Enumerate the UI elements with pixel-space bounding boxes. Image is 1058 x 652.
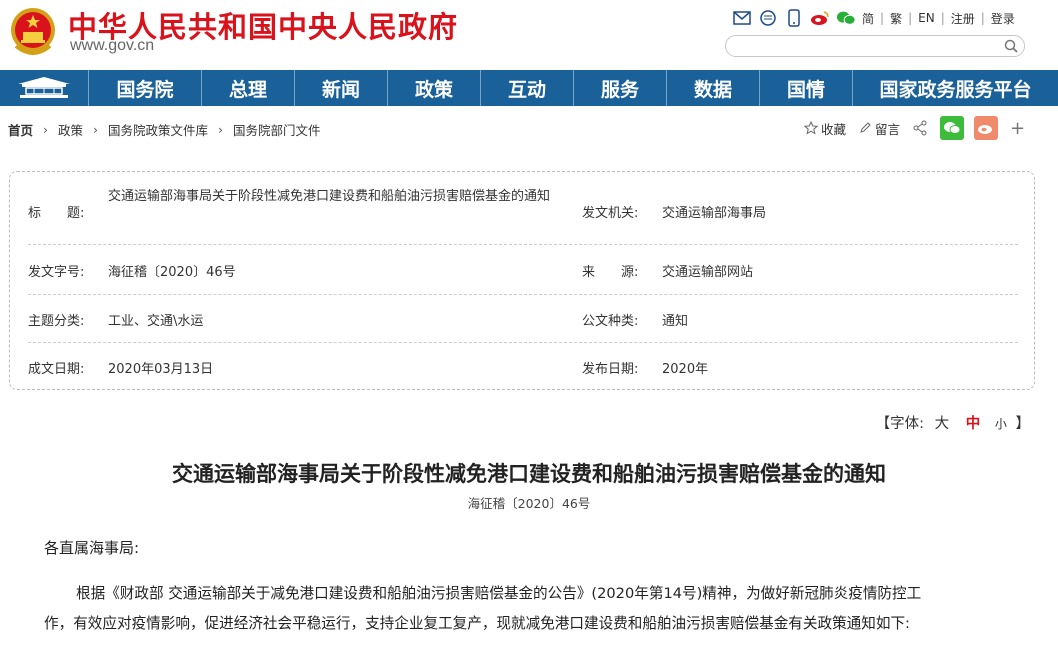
national-emblem-icon[interactable] — [10, 6, 56, 56]
register-link[interactable]: 注册 — [951, 10, 975, 27]
doc-number-label: 发文字号: — [28, 265, 85, 280]
font-size-large-button[interactable]: 大 — [935, 416, 950, 432]
article-title: 交通运输部海事局关于阶段性减免港口建设费和船舶油污损害赔偿基金的通知 — [172, 461, 886, 486]
nav-item-premier[interactable]: 总理 — [202, 70, 295, 106]
favorite-button[interactable]: 收藏 — [804, 119, 846, 138]
info-row: 标 题: 交通运输部海事局关于阶段性减免港口建设费和船舶油污损害赔偿基金的通知 … — [28, 172, 1018, 245]
site-header: 中华人民共和国中央人民政府 www.gov.cn 简 | 繁 | EN | 注册… — [0, 0, 1058, 70]
site-url[interactable]: www.gov.cn — [70, 37, 154, 55]
article-paragraph-line: 根据《财政部 交通运输部关于减免港口建设费和船舶油污损害赔偿基金的公告》(202… — [76, 585, 922, 602]
nav-item-national-info[interactable]: 国情 — [760, 70, 853, 106]
font-size-small-button[interactable]: 小 — [995, 417, 1007, 431]
weibo-icon[interactable] — [810, 9, 830, 27]
star-icon — [804, 121, 818, 135]
mobile-icon[interactable] — [784, 9, 804, 27]
info-row: 成文日期: 2020年03月13日 发布日期: 2020年 — [28, 342, 1018, 388]
chevron-right-icon: › — [218, 121, 224, 137]
font-size-switcher: 【字体: 大 中 小 】 — [876, 412, 1030, 433]
font-size-prefix: 【字体: — [875, 416, 925, 432]
written-date-value: 2020年03月13日 — [108, 362, 214, 377]
info-row: 发文字号: 海征稽〔2020〕46号 来 源: 交通运输部网站 — [28, 244, 1018, 295]
favorite-label: 收藏 — [821, 121, 847, 137]
issuer-value: 交通运输部海事局 — [662, 206, 767, 221]
nav-home-icon[interactable] — [0, 70, 89, 106]
divider: | — [980, 11, 985, 25]
pen-icon — [860, 122, 871, 133]
doc-type-value: 通知 — [662, 314, 689, 329]
source-label: 来 源: — [582, 265, 639, 280]
nav-item-state-council[interactable]: 国务院 — [89, 70, 202, 106]
lang-english-link[interactable]: EN — [918, 11, 935, 25]
article-paragraph-line: 作，有效应对疫情影响，促进经济社会平稳运行，支持企业复工复产，现就减免港口建设费… — [44, 615, 910, 632]
publish-date-value: 2020年 — [662, 362, 709, 377]
wechat-icon[interactable] — [836, 9, 856, 27]
title-label: 标 题: — [28, 206, 85, 221]
topic-label: 主题分类: — [28, 314, 85, 329]
breadcrumb-home[interactable]: 首页 — [8, 120, 33, 139]
share-button[interactable] — [912, 120, 928, 136]
nav-item-news[interactable]: 新闻 — [295, 70, 388, 106]
wechat-share-icon[interactable] — [940, 116, 965, 140]
nav-item-policy[interactable]: 政策 — [388, 70, 481, 106]
document-info-panel: 标 题: 交通运输部海事局关于阶段性减免港口建设费和船舶油污损害赔偿基金的通知 … — [9, 171, 1035, 390]
lang-traditional-link[interactable]: 繁 — [890, 10, 902, 27]
search-input[interactable] — [725, 35, 1025, 57]
divider: | — [880, 11, 885, 25]
breadcrumb-department-docs[interactable]: 国务院部门文件 — [233, 120, 321, 139]
share-toolbar: 收藏 留言 + — [804, 116, 1025, 140]
divider: | — [940, 11, 945, 25]
nav-item-gov-service-platform[interactable]: 国家政务服务平台 — [853, 70, 1058, 106]
font-size-medium-button[interactable]: 中 — [966, 416, 981, 432]
lang-simplified-link[interactable]: 简 — [862, 10, 874, 27]
share-icon — [913, 120, 927, 136]
message-icon[interactable] — [758, 9, 778, 27]
nav-item-interaction[interactable]: 互动 — [481, 70, 574, 106]
topic-value: 工业、交通\水运 — [108, 314, 204, 329]
divider: | — [908, 11, 913, 25]
breadcrumb-policy[interactable]: 政策 — [58, 120, 83, 139]
nav-item-service[interactable]: 服务 — [574, 70, 667, 106]
publish-date-label: 发布日期: — [582, 362, 639, 377]
written-date-label: 成文日期: — [28, 362, 85, 377]
article-doc-number: 海征稽〔2020〕46号 — [467, 496, 591, 511]
comment-label: 留言 — [875, 121, 901, 137]
plus-icon[interactable]: + — [1010, 118, 1025, 139]
title-value: 交通运输部海事局关于阶段性减免港口建设费和船舶油污损害赔偿基金的通知 — [108, 189, 551, 204]
login-link[interactable]: 登录 — [991, 10, 1015, 27]
main-nav: 国务院 总理 新闻 政策 互动 服务 数据 国情 国家政务服务平台 — [0, 70, 1058, 106]
font-size-suffix: 】 — [1015, 416, 1031, 432]
source-value: 交通运输部网站 — [662, 265, 754, 280]
weibo-share-icon[interactable] — [974, 116, 999, 140]
breadcrumb: 首页 › 政策 › 国务院政策文件库 › 国务院部门文件 — [8, 120, 321, 138]
comment-button[interactable]: 留言 — [858, 119, 900, 138]
chevron-right-icon: › — [43, 121, 49, 137]
search-icon[interactable] — [1004, 39, 1018, 53]
breadcrumb-policy-library[interactable]: 国务院政策文件库 — [108, 120, 208, 139]
doc-number-value: 海征稽〔2020〕46号 — [108, 265, 236, 280]
mail-icon[interactable] — [732, 9, 752, 27]
chevron-right-icon: › — [93, 121, 99, 137]
info-row: 主题分类: 工业、交通\水运 公文种类: 通知 — [28, 294, 1018, 343]
article-salutation: 各直属海事局: — [44, 539, 140, 557]
doc-type-label: 公文种类: — [582, 314, 639, 329]
nav-item-data[interactable]: 数据 — [667, 70, 760, 106]
issuer-label: 发文机关: — [582, 206, 639, 221]
top-links: 简 | 繁 | EN | 注册 | 登录 — [732, 8, 1015, 28]
